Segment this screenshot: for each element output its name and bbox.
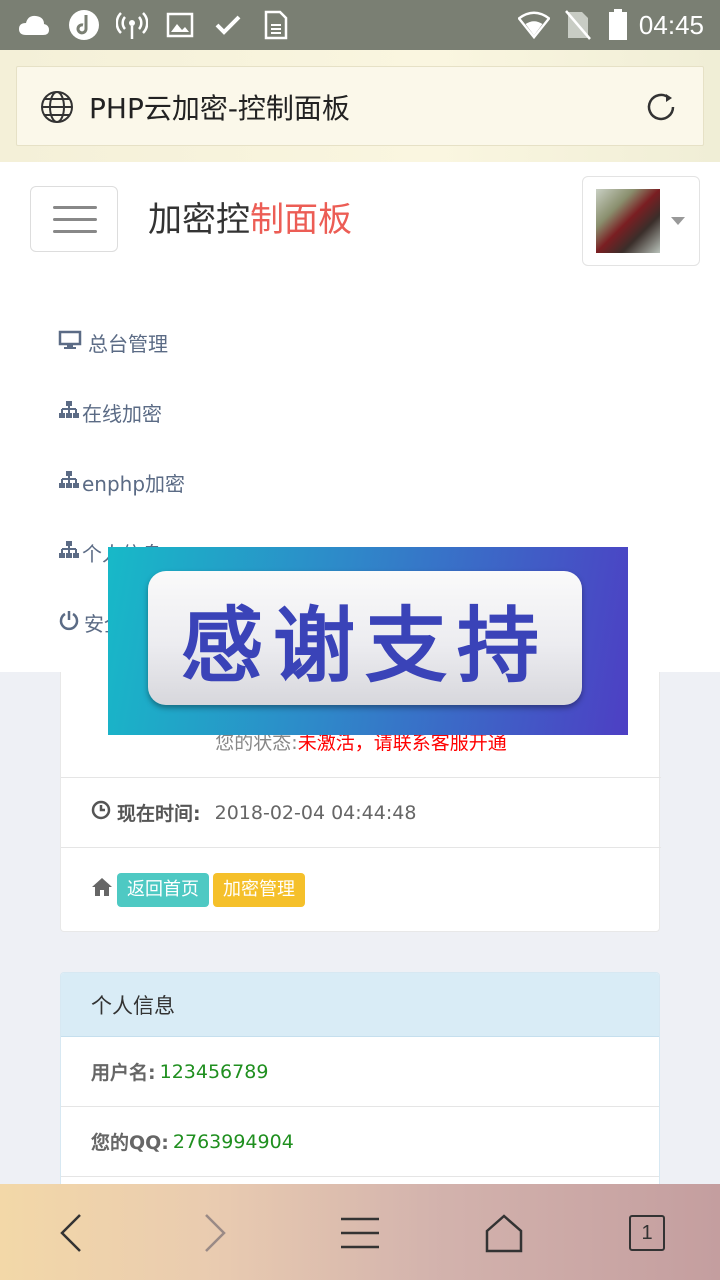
time-label: 现在时间:: [117, 803, 201, 825]
username-label: 用户名:: [91, 1062, 156, 1084]
menu-icon[interactable]: [335, 1208, 385, 1258]
music-icon: [68, 9, 100, 41]
username-value: 123456789: [159, 1060, 269, 1083]
current-time: 现在时间: 2018-02-04 04:44:48: [61, 777, 661, 847]
desktop-icon: [58, 330, 84, 355]
sitemap-icon: [58, 470, 82, 495]
hamburger-icon-line: [53, 206, 97, 209]
back-icon[interactable]: [46, 1208, 96, 1258]
cloud-icon: [18, 9, 50, 41]
sitemap-icon: [58, 400, 82, 425]
brand-title-part1: 加密控: [148, 200, 250, 240]
clock-icon: [91, 800, 111, 825]
browser-toolbar: PHP云加密-控制面板: [0, 50, 720, 162]
check-icon: [212, 9, 244, 41]
reload-icon[interactable]: [641, 87, 681, 127]
qq-label: 您的QQ:: [91, 1132, 169, 1154]
brand-title[interactable]: 加密控制面板: [148, 192, 352, 241]
caret-down-icon: [671, 217, 685, 225]
brand-title-part2: 制面板: [250, 200, 352, 240]
menu-item-label: 在线加密: [82, 401, 162, 426]
address-bar[interactable]: PHP云加密-控制面板: [16, 66, 704, 146]
hotspot-icon: [116, 9, 148, 41]
back-home-button[interactable]: 返回首页: [117, 872, 209, 907]
sim-card-icon: [260, 9, 292, 41]
avatar: [596, 189, 660, 253]
qq-row: 您的QQ: 2763994904: [61, 1107, 659, 1177]
page-title: PHP云加密-控制面板: [89, 92, 350, 125]
thanks-banner[interactable]: 感谢支持: [108, 547, 628, 735]
tab-count: 1: [629, 1215, 665, 1251]
thanks-text: 感谢支持: [180, 597, 549, 694]
menu-item-label: 总台管理: [88, 331, 168, 356]
hamburger-icon-line: [53, 218, 97, 221]
tabs-button[interactable]: 1: [622, 1208, 672, 1258]
menu-item-dashboard[interactable]: 总台管理: [58, 322, 168, 362]
globe-icon: [39, 89, 75, 125]
time-value: 2018-02-04 04:44:48: [214, 801, 417, 824]
profile-card: 个人信息 用户名: 123456789 您的QQ: 2763994904: [60, 972, 660, 1202]
menu-item-enphp-encrypt[interactable]: enphp加密: [58, 462, 185, 502]
encrypt-manage-button[interactable]: 加密管理: [213, 872, 305, 907]
wifi-icon: [518, 9, 550, 41]
quick-links: 返回首页 加密管理: [61, 847, 661, 931]
battery-icon: [602, 9, 634, 41]
no-sim-icon: [562, 9, 594, 41]
hamburger-icon-line: [53, 230, 97, 233]
thanks-plate: 感谢支持: [148, 571, 582, 705]
menu-item-label: enphp加密: [82, 471, 186, 496]
user-dropdown[interactable]: [582, 176, 700, 266]
menu-toggle-button[interactable]: [30, 186, 118, 252]
clock: 04:45: [638, 10, 704, 40]
sitemap-icon: [58, 540, 82, 565]
browser-nav-bar: 1: [0, 1184, 720, 1280]
profile-card-heading: 个人信息: [61, 973, 659, 1037]
qq-value: 2763994904: [172, 1130, 294, 1153]
power-icon: [58, 609, 82, 636]
forward-icon[interactable]: [190, 1208, 240, 1258]
menu-item-online-encrypt[interactable]: 在线加密: [58, 392, 162, 432]
username-row: 用户名: 123456789: [61, 1037, 659, 1107]
image-icon: [164, 9, 196, 41]
home-icon: [91, 877, 113, 902]
status-bar: 04:45: [0, 0, 720, 50]
home-page-icon[interactable]: [479, 1208, 529, 1258]
